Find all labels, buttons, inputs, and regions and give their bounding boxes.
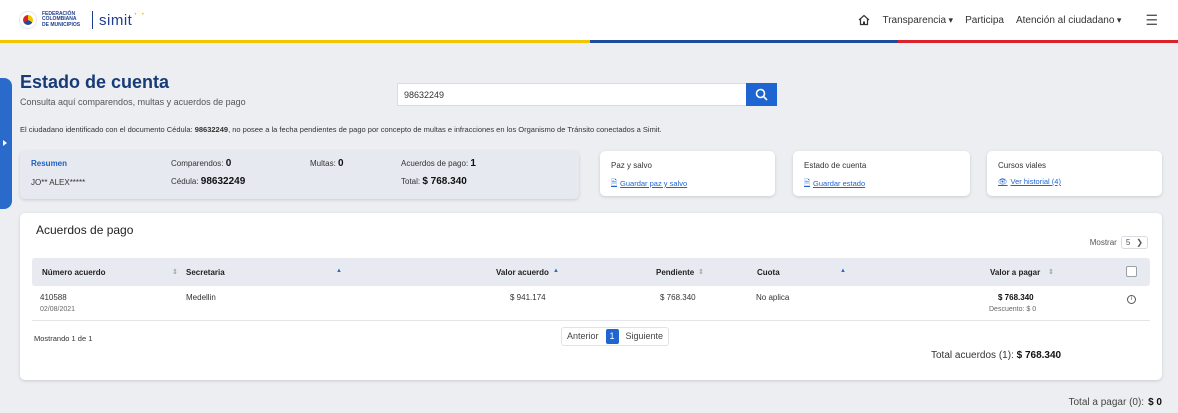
- chevron-down-icon: ❯: [1136, 238, 1143, 247]
- document-icon: 🗎: [611, 178, 618, 187]
- summary-acuerdos: Acuerdos de pago: 1: [401, 158, 476, 169]
- sort-up-icon[interactable]: ▲: [840, 268, 846, 274]
- total-a-pagar: Total a pagar (0): $ 0: [1068, 397, 1162, 408]
- search-icon: [755, 88, 768, 101]
- stripe-red: [898, 40, 1178, 43]
- simit-logo[interactable]: FEDERACIÓN COLOMBIANA DE MUNICIPIOS simi…: [20, 11, 144, 29]
- stripe-blue: [590, 40, 898, 43]
- top-navbar: FEDERACIÓN COLOMBIANA DE MUNICIPIOS simi…: [0, 0, 1178, 40]
- search-bar: [397, 83, 777, 106]
- summary-card: Resumen JO** ALEX***** Comparendos: 0 Cé…: [20, 151, 579, 199]
- total-acuerdos: Total acuerdos (1): $ 768.340: [931, 350, 1062, 361]
- row-fecha: 02/08/2021: [40, 306, 76, 313]
- summary-comparendos: Comparendos: 0: [171, 158, 232, 169]
- home-icon[interactable]: [858, 14, 870, 26]
- summary-multas: Multas: 0: [310, 158, 344, 169]
- row-valor-pagar: $ 768.340: [998, 293, 1034, 302]
- page-title: Estado de cuenta: [20, 72, 170, 92]
- table-header: Número acuerdo ⇕ Secretaria ▲ Valor acue…: [32, 258, 1150, 286]
- notice-document: 98632249: [194, 125, 229, 134]
- col-secretaria[interactable]: Secretaria: [186, 268, 225, 277]
- guardar-estado-link[interactable]: 🗎 Guardar estado: [804, 177, 865, 190]
- nav-atencion-ciudadano[interactable]: Atención al ciudadano: [1016, 15, 1121, 26]
- row-secretaria: Medellin: [186, 293, 216, 302]
- sort-icon[interactable]: ⇕: [698, 268, 704, 276]
- col-pendiente[interactable]: Pendiente: [656, 268, 694, 277]
- summary-label: Resumen: [31, 159, 68, 168]
- search-input[interactable]: [397, 83, 746, 106]
- select-all-checkbox[interactable]: [1126, 266, 1137, 277]
- logo-brand: simit: [99, 11, 133, 29]
- page-1-button[interactable]: 1: [605, 329, 619, 344]
- row-valor-acuerdo: $ 941.174: [510, 293, 546, 302]
- col-valor-a-pagar[interactable]: Valor a pagar: [990, 268, 1040, 277]
- table-row: 410588 02/08/2021 Medellin $ 941.174 $ 7…: [32, 289, 1150, 321]
- col-cuota[interactable]: Cuota: [757, 268, 780, 277]
- card-title: Paz y salvo: [611, 161, 652, 170]
- color-stripe: [0, 40, 1178, 43]
- pagination-info: Mostrando 1 de 1: [34, 334, 93, 343]
- row-cuota: No aplica: [756, 293, 790, 302]
- paz-y-salvo-card: Paz y salvo 🗎 Guardar paz y salvo: [600, 151, 775, 196]
- sort-icon[interactable]: ⇕: [1048, 268, 1054, 276]
- nav-participa[interactable]: Participa: [965, 15, 1004, 26]
- card-title: Estado de cuenta: [804, 161, 867, 170]
- eye-icon: 👁: [998, 177, 1008, 186]
- sort-up-icon[interactable]: ▲: [553, 268, 559, 274]
- ver-historial-link[interactable]: 👁 Ver historial (4): [998, 177, 1061, 186]
- cursos-viales-card: Cursos viales 👁 Ver historial (4): [987, 151, 1162, 196]
- search-button[interactable]: [746, 83, 777, 106]
- hamburger-menu-icon[interactable]: ☰: [1145, 12, 1158, 29]
- page-size-control: Mostrar 5 ❯: [1090, 236, 1148, 249]
- pagination: Anterior 1 Siguiente: [561, 327, 670, 346]
- acuerdos-title: Acuerdos de pago: [36, 223, 134, 237]
- summary-total: Total: $ 768.340: [401, 176, 467, 187]
- card-title: Cursos viales: [998, 161, 1047, 170]
- nav-transparencia[interactable]: Transparencia: [882, 15, 953, 26]
- col-numero-acuerdo[interactable]: Número acuerdo: [42, 268, 106, 277]
- document-icon: 🗎: [804, 178, 811, 187]
- sidebar-toggle[interactable]: [0, 78, 12, 209]
- status-notice: El ciudadano identificado con el documen…: [20, 125, 662, 134]
- main-nav: Transparencia Participa Atención al ciud…: [858, 0, 1158, 40]
- info-icon[interactable]: i: [1127, 295, 1136, 304]
- stripe-yellow: [0, 40, 590, 43]
- prev-page-button[interactable]: Anterior: [562, 327, 604, 346]
- guardar-paz-y-salvo-link[interactable]: 🗎 Guardar paz y salvo: [611, 177, 687, 190]
- next-page-button[interactable]: Siguiente: [621, 327, 669, 346]
- col-valor-acuerdo[interactable]: Valor acuerdo: [496, 268, 549, 277]
- page-subtitle: Consulta aquí comparendos, multas y acue…: [20, 97, 246, 107]
- acuerdos-panel: Acuerdos de pago Mostrar 5 ❯ Número acuer…: [20, 213, 1162, 380]
- sort-icon[interactable]: ⇕: [172, 268, 178, 276]
- summary-cedula: Cédula: 98632249: [171, 176, 246, 187]
- row-numero: 410588: [40, 293, 67, 302]
- logo-stars-icon: • ˙ •: [134, 12, 144, 18]
- sort-up-icon[interactable]: ▲: [336, 268, 342, 274]
- fcm-logo-icon: [20, 12, 36, 28]
- row-pendiente: $ 768.340: [660, 293, 696, 302]
- page-size-select[interactable]: 5 ❯: [1120, 236, 1148, 249]
- logo-divider: [92, 11, 93, 29]
- estado-cuenta-card: Estado de cuenta 🗎 Guardar estado: [793, 151, 970, 196]
- row-descuento: Descuento: $ 0: [989, 306, 1037, 313]
- logo-federacion-text: FEDERACIÓN COLOMBIANA DE MUNICIPIOS: [42, 10, 81, 28]
- summary-name: JO** ALEX*****: [31, 178, 86, 187]
